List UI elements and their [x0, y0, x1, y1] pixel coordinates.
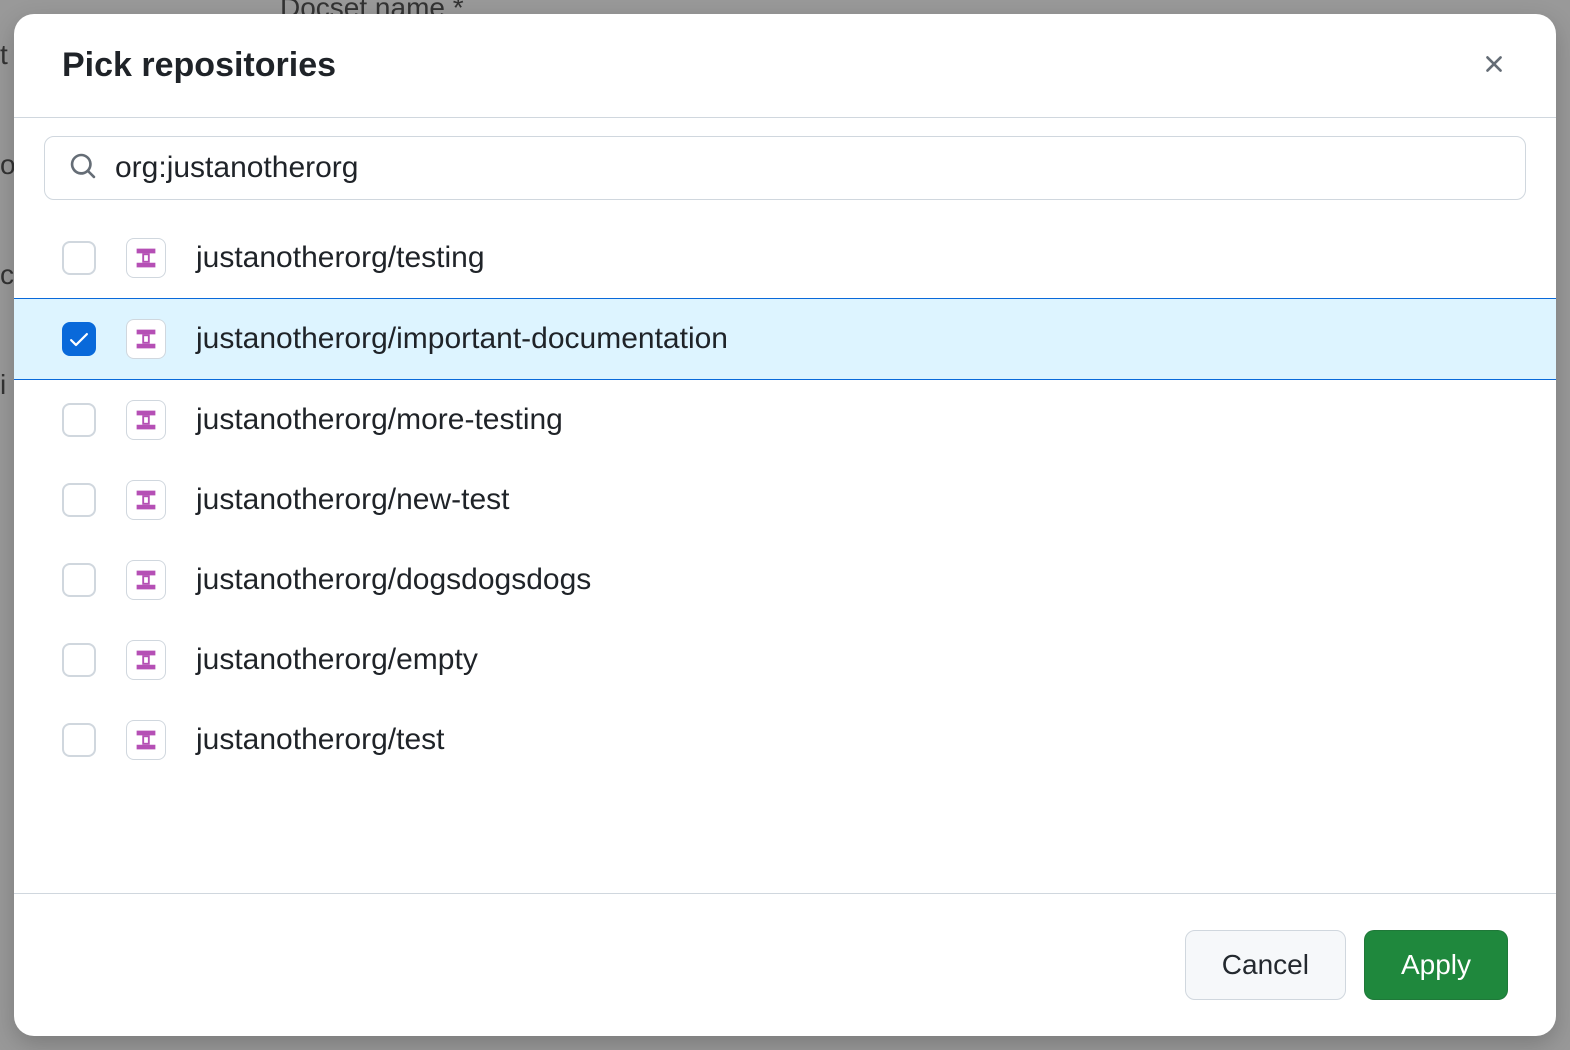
- apply-button[interactable]: Apply: [1364, 930, 1508, 1000]
- repo-item[interactable]: justanotherorg/empty: [14, 620, 1556, 700]
- close-icon: [1480, 50, 1508, 81]
- repo-item[interactable]: justanotherorg/new-test: [14, 460, 1556, 540]
- search-box[interactable]: [44, 136, 1526, 200]
- org-avatar-icon: [126, 400, 166, 440]
- org-avatar-icon: [126, 560, 166, 600]
- repo-checkbox[interactable]: [62, 322, 96, 356]
- repo-checkbox[interactable]: [62, 563, 96, 597]
- repo-name: justanotherorg/test: [196, 723, 444, 757]
- search-wrapper: [14, 118, 1556, 218]
- org-avatar-icon: [126, 319, 166, 359]
- repo-item[interactable]: justanotherorg/dogsdogsdogs: [14, 540, 1556, 620]
- repo-item[interactable]: justanotherorg/important-documentation: [14, 298, 1556, 380]
- modal-title: Pick repositories: [62, 46, 336, 85]
- org-avatar-icon: [126, 480, 166, 520]
- org-avatar-icon: [126, 640, 166, 680]
- repo-name: justanotherorg/more-testing: [196, 403, 563, 437]
- pick-repositories-modal: Pick repositories justanotherorg/testing: [14, 14, 1556, 1036]
- org-avatar-icon: [126, 720, 166, 760]
- repo-checkbox[interactable]: [62, 403, 96, 437]
- modal-header: Pick repositories: [14, 14, 1556, 118]
- search-icon: [69, 152, 97, 185]
- repo-item[interactable]: justanotherorg/testing: [14, 218, 1556, 298]
- cancel-button[interactable]: Cancel: [1185, 930, 1346, 1000]
- modal-footer: Cancel Apply: [14, 893, 1556, 1036]
- org-avatar-icon: [126, 238, 166, 278]
- repo-name: justanotherorg/testing: [196, 241, 485, 275]
- repo-checkbox[interactable]: [62, 483, 96, 517]
- repo-name: justanotherorg/empty: [196, 643, 478, 677]
- repo-checkbox[interactable]: [62, 723, 96, 757]
- repo-name: justanotherorg/dogsdogsdogs: [196, 563, 591, 597]
- repo-name: justanotherorg/new-test: [196, 483, 510, 517]
- repo-item[interactable]: justanotherorg/test: [14, 700, 1556, 780]
- repo-name: justanotherorg/important-documentation: [196, 322, 728, 356]
- repo-checkbox[interactable]: [62, 241, 96, 275]
- search-input[interactable]: [115, 151, 1501, 185]
- repo-list: justanotherorg/testing justanotherorg/im…: [14, 218, 1556, 893]
- repo-item[interactable]: justanotherorg/more-testing: [14, 380, 1556, 460]
- repo-checkbox[interactable]: [62, 643, 96, 677]
- close-button[interactable]: [1472, 42, 1516, 89]
